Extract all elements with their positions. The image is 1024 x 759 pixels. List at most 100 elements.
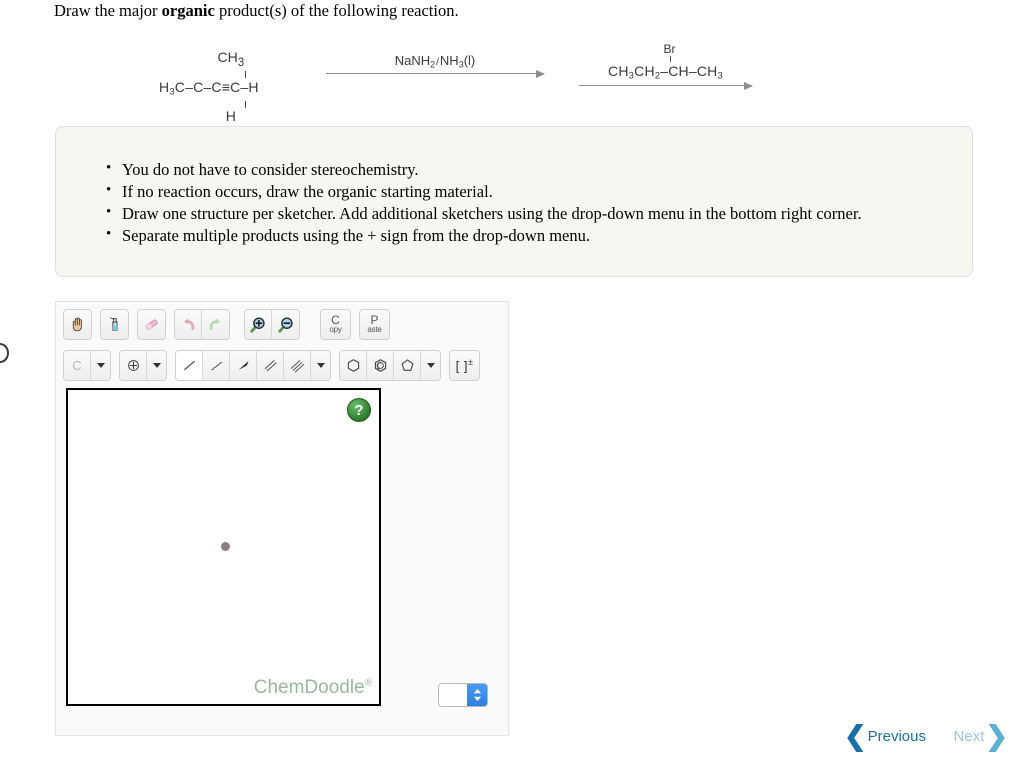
reaction-arrow-2: Br CH3CH2–CH–CH3: [579, 43, 753, 92]
instructions-list: You do not have to consider stereochemis…: [56, 127, 972, 247]
chevron-down-icon: [316, 363, 325, 368]
prompt-text-bold: organic: [161, 1, 215, 20]
double-bond-button[interactable]: [257, 351, 284, 380]
list-item: Separate multiple products using the + s…: [106, 224, 972, 247]
reactant-bond-top: [245, 70, 246, 78]
benzene-ring-button[interactable]: [367, 351, 394, 380]
magnifier-plus-icon: [250, 316, 265, 333]
paste-button[interactable]: P aste: [360, 310, 389, 339]
next-button[interactable]: Next ❯: [954, 723, 1008, 750]
eraser-icon: [145, 319, 158, 330]
chevron-left-icon: ❮: [844, 721, 867, 751]
instructions-box: You do not have to consider stereochemis…: [55, 126, 973, 277]
undo-tool-button[interactable]: [175, 310, 202, 339]
add-sketcher-input[interactable]: [439, 684, 467, 706]
zoom-out-tool-button[interactable]: [272, 310, 299, 339]
chemdoodle-sketcher: C opy P aste C []± ? ChemDoodle®: [55, 301, 509, 736]
reagent-2-chain: CH3CH2–CH–CH3: [608, 63, 723, 82]
next-label: Next: [953, 728, 985, 745]
drawing-canvas[interactable]: ? ChemDoodle®: [66, 388, 381, 706]
add-sketcher-stepper[interactable]: [438, 683, 488, 707]
spinner-chevrons-icon: [473, 688, 481, 702]
reaction-arrow-1: NaNH2/NH3(l): [326, 53, 545, 80]
element-dropdown-button[interactable]: [91, 351, 110, 380]
bracket-charge-button[interactable]: [ ]±: [450, 351, 479, 380]
hash-bond-button[interactable]: [203, 351, 230, 380]
reactant-chain: H3C–C–C≡C–H: [159, 78, 259, 98]
charge-plus-circle-icon: [127, 360, 139, 371]
bracket-tool-group: [ ]±: [449, 350, 480, 381]
triple-bond-button[interactable]: [284, 351, 311, 380]
reactant-methyl-top: CH3: [217, 49, 245, 69]
element-carbon-button[interactable]: C: [64, 351, 91, 380]
magnifier-minus-icon: [277, 316, 293, 333]
bracket-label: [ ]±: [455, 357, 474, 374]
add-sketcher-spin-buttons[interactable]: [467, 684, 487, 706]
zoom-tool-group: [244, 309, 300, 340]
arrow-1-line: [326, 73, 544, 74]
zoom-in-tool-button[interactable]: [245, 310, 272, 339]
help-button[interactable]: ?: [347, 398, 371, 422]
redo-tool-button[interactable]: [202, 310, 229, 339]
list-item: Draw one structure per sketcher. Add add…: [106, 202, 972, 225]
element-tool-group: C: [63, 350, 111, 381]
pagination-controls: ❮ Previous Next ❯: [840, 720, 1010, 752]
reactant-bond-bottom: [245, 101, 246, 109]
reagent-2-bromine: Br: [663, 42, 676, 57]
pentagon-ring-icon: [400, 359, 414, 371]
wedge-bond-button[interactable]: [230, 351, 257, 380]
hand-tool-group: [63, 309, 92, 340]
left-edge-handle[interactable]: [0, 343, 9, 363]
wedge-bond-icon: [237, 360, 249, 371]
single-bond-icon: [183, 360, 195, 371]
reaction-scheme: CH3 H3C–C–C≡C–H H NaNH2/NH3(l) Br CH3CH2…: [54, 34, 974, 123]
redo-arrow-icon: [209, 318, 221, 331]
previous-button[interactable]: ❮ Previous: [844, 723, 926, 750]
prompt-text-before: Draw the major: [54, 1, 162, 20]
eraser-tool-button[interactable]: [138, 310, 165, 339]
arrow-2-head: [744, 81, 753, 90]
undo-arrow-icon: [183, 318, 194, 331]
list-item: If no reaction occurs, draw the organic …: [106, 180, 972, 203]
single-bond-button[interactable]: [176, 351, 203, 380]
benzene-ring-icon: [374, 359, 386, 372]
chevron-down-icon: [96, 363, 105, 368]
hand-icon: [72, 317, 82, 332]
page-title: Draw the major organic product(s) of the…: [54, 0, 459, 22]
hand-tool-button[interactable]: [64, 310, 91, 339]
charge-tool-group: [119, 350, 167, 381]
paste-tool-group: P aste: [359, 309, 390, 340]
copy-button[interactable]: C opy: [321, 310, 350, 339]
paste-label: P aste: [367, 312, 382, 334]
chevron-right-icon: ❯: [985, 721, 1008, 751]
canvas-atom-point[interactable]: [221, 542, 230, 551]
cyclohexane-ring-button[interactable]: [340, 351, 367, 380]
history-tool-group: [174, 309, 230, 340]
cyclopentane-ring-button[interactable]: [394, 351, 421, 380]
sketcher-toolbar-row-1: C opy P aste: [63, 309, 398, 340]
ring-dropdown-button[interactable]: [421, 351, 440, 380]
clear-tool-button[interactable]: [101, 310, 128, 339]
spray-bottle-icon: [110, 317, 118, 331]
reactant-hydrogen-bottom: H: [225, 108, 236, 125]
hexagon-ring-icon: [347, 359, 359, 372]
charge-button[interactable]: [120, 351, 147, 380]
bond-tool-group: [175, 350, 331, 381]
double-bond-icon: [264, 359, 277, 372]
reagent-2-bond: [669, 56, 671, 63]
copy-label: C opy: [329, 312, 342, 334]
chevron-down-icon: [426, 363, 435, 368]
reactant-structure: CH3 H3C–C–C≡C–H H: [159, 50, 259, 123]
arrow-1-head: [536, 69, 545, 78]
copy-tool-group: C opy: [320, 309, 351, 340]
clear-tool-group: [100, 309, 129, 340]
reagent-step-2: Br CH3CH2–CH–CH3: [579, 43, 752, 82]
charge-dropdown-button[interactable]: [147, 351, 166, 380]
hashed-wedge-bond-icon: [210, 362, 222, 371]
bond-dropdown-button[interactable]: [311, 351, 330, 380]
chevron-down-icon: [152, 363, 161, 368]
reagent-step-1: NaNH2/NH3(l): [394, 53, 476, 70]
chemdoodle-watermark: ChemDoodle®: [253, 677, 372, 698]
eraser-tool-group: [137, 309, 166, 340]
sketcher-toolbar-row-2: C []±: [63, 350, 488, 381]
